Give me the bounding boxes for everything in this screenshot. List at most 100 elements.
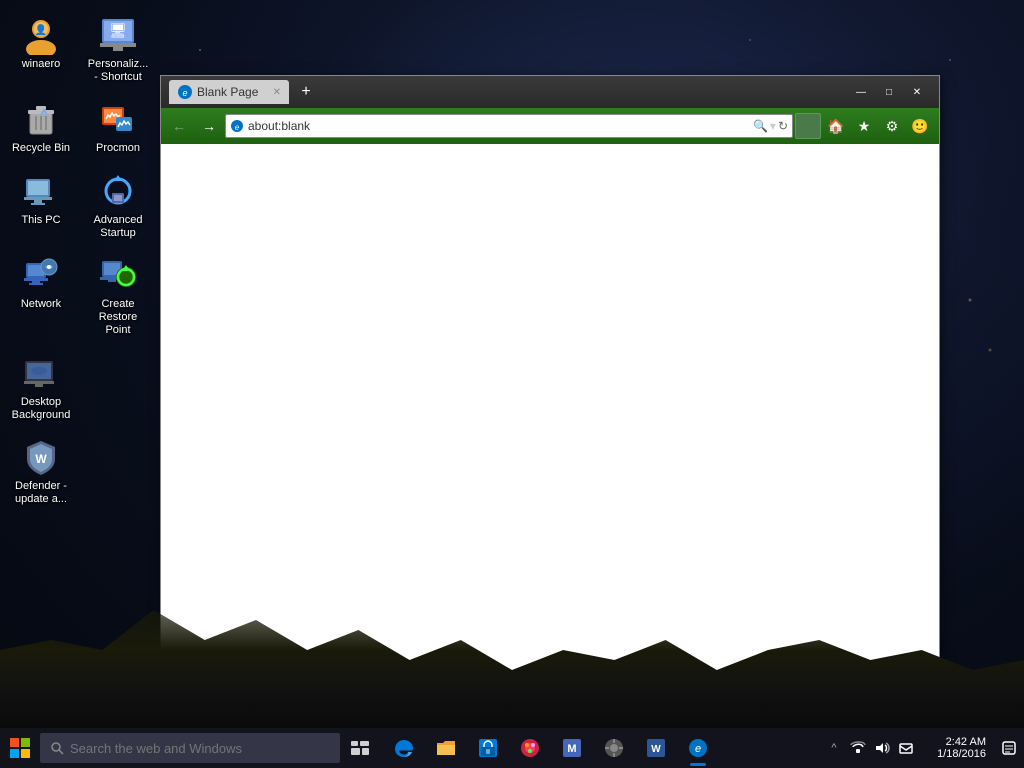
desktop-icon-this-pc[interactable]: This PC <box>5 166 77 245</box>
create-restore-icon <box>98 255 138 295</box>
icon-row-2: Recycle Bin Procmon <box>5 94 154 160</box>
ie-address-bar[interactable]: e 🔍 ▾ ↻ <box>225 114 793 138</box>
address-input[interactable] <box>248 119 749 133</box>
store-icon <box>477 737 499 759</box>
notification-center-btn[interactable] <box>994 728 1024 768</box>
svg-text:e: e <box>695 743 701 755</box>
ie-new-tab-color-btn[interactable] <box>795 113 821 139</box>
defender-icon: W <box>21 437 61 477</box>
taskbar-app-explorer[interactable] <box>426 728 466 768</box>
desktop-icon-winaero[interactable]: 👤 winaero <box>5 10 77 89</box>
close-btn[interactable]: ✕ <box>903 82 931 102</box>
taskbar-app-edge[interactable] <box>384 728 424 768</box>
favorites-btn[interactable]: ★ <box>851 113 877 139</box>
search-addr-btn[interactable]: 🔍 <box>753 119 768 133</box>
icon-row-5: Desktop Background <box>5 348 77 427</box>
search-input[interactable] <box>70 741 330 756</box>
home-btn[interactable]: 🏠 <box>823 113 849 139</box>
tray-network-icon[interactable] <box>848 738 868 758</box>
taskbar-clock[interactable]: 2:42 AM 1/18/2016 <box>924 736 994 760</box>
svg-text:🖥: 🖥 <box>109 22 127 38</box>
taskbar: M W <box>0 728 1024 768</box>
svg-text:M: M <box>567 743 576 755</box>
taskbar-app-settings[interactable] <box>594 728 634 768</box>
recycle-bin-label: Recycle Bin <box>12 142 70 155</box>
desktop: 👤 winaero 🖥 Personaliz... - Shortcut <box>0 0 1024 768</box>
taskbar-app-word[interactable]: W <box>636 728 676 768</box>
create-restore-label: Create Restore Point <box>87 298 149 338</box>
tray-notification-icon[interactable] <box>896 738 916 758</box>
desktop-icon-desktop-bg[interactable]: Desktop Background <box>5 348 77 427</box>
svg-text:W: W <box>35 452 47 466</box>
task-view-btn[interactable] <box>340 728 380 768</box>
start-button[interactable] <box>0 728 40 768</box>
explorer-icon <box>435 737 457 759</box>
ie-titlebar: e Blank Page ✕ + — □ ✕ <box>161 76 939 108</box>
settings-taskbar-icon <box>603 737 625 759</box>
svg-text:W: W <box>651 744 661 755</box>
edge-icon <box>393 737 415 759</box>
desktop-icons-container: 👤 winaero 🖥 Personaliz... - Shortcut <box>0 0 155 720</box>
network-tray-icon <box>850 741 866 755</box>
icon-row-1: 👤 winaero 🖥 Personaliz... - Shortcut <box>5 10 154 89</box>
smiley-btn[interactable]: 🙂 <box>907 113 933 139</box>
this-pc-icon <box>21 171 61 211</box>
network-label: Network <box>21 298 61 311</box>
desktop-icon-advanced-startup[interactable]: Advanced Startup <box>82 166 154 245</box>
procmon-icon <box>98 99 138 139</box>
svg-text:e: e <box>182 88 187 98</box>
tray-chevron-btn[interactable]: ^ <box>824 738 844 758</box>
back-btn[interactable]: ← <box>165 112 193 140</box>
personaliza-icon: 🖥 <box>98 15 138 55</box>
search-icon <box>50 741 64 755</box>
notification-icon <box>898 741 914 755</box>
window-controls: — □ ✕ <box>847 82 931 102</box>
ie-tab-close-btn[interactable]: ✕ <box>273 87 281 98</box>
address-actions: 🔍 ▾ ↻ <box>753 119 788 133</box>
recycle-bin-icon <box>21 99 61 139</box>
procmon-label: Procmon <box>96 142 140 155</box>
desktop-icon-network[interactable]: Network <box>5 250 77 343</box>
desktop-bg-label: Desktop Background <box>10 396 72 422</box>
taskbar-app-5[interactable]: M <box>552 728 592 768</box>
maximize-btn[interactable]: □ <box>875 82 903 102</box>
defender-label: Defender - update a... <box>10 480 72 506</box>
desktop-icon-recycle-bin[interactable]: Recycle Bin <box>5 94 77 160</box>
desktop-icon-personaliza[interactable]: 🖥 Personaliz... - Shortcut <box>82 10 154 89</box>
taskbar-search-box[interactable] <box>40 733 340 763</box>
personaliza-label: Personaliz... - Shortcut <box>87 58 149 84</box>
forward-btn[interactable]: → <box>195 112 223 140</box>
taskbar-app-paint[interactable] <box>510 728 550 768</box>
ie-new-tab-btn[interactable]: + <box>293 81 319 103</box>
svg-text:e: e <box>235 123 240 132</box>
winaero-label: winaero <box>22 58 61 71</box>
network-icon <box>21 255 61 295</box>
ie-tab-label: Blank Page <box>197 85 258 99</box>
task-view-icon <box>351 741 369 755</box>
icon-row-6: W Defender - update a... <box>5 432 77 511</box>
ie-taskbar-icon: e <box>687 737 709 759</box>
paint-icon <box>519 737 541 759</box>
word-icon: W <box>645 737 667 759</box>
icon-row-3: This PC Advanced Star <box>5 166 154 245</box>
advanced-startup-label: Advanced Startup <box>87 214 149 240</box>
winaero-icon: 👤 <box>21 15 61 55</box>
desktop-icon-procmon[interactable]: Procmon <box>82 94 154 160</box>
ie-browser-window: e Blank Page ✕ + — □ ✕ ← → e <box>160 75 940 675</box>
taskbar-app-ie[interactable]: e <box>678 728 718 768</box>
desktop-icon-defender[interactable]: W Defender - update a... <box>5 432 77 511</box>
ie-tab-active[interactable]: e Blank Page ✕ <box>169 80 289 104</box>
taskbar-app-store[interactable] <box>468 728 508 768</box>
desktop-bg-icon <box>21 353 61 393</box>
addr-separator: ▾ <box>770 119 776 133</box>
tray-volume-icon[interactable] <box>872 738 892 758</box>
refresh-btn[interactable]: ↻ <box>778 119 788 133</box>
icon-row-4: Network <box>5 250 154 343</box>
action-center-icon <box>1001 740 1017 756</box>
desktop-icon-create-restore[interactable]: Create Restore Point <box>82 250 154 343</box>
clock-date: 1/18/2016 <box>937 748 986 760</box>
ie-tab-icon: e <box>177 84 193 100</box>
minimize-btn[interactable]: — <box>847 82 875 102</box>
settings-btn[interactable]: ⚙ <box>879 113 905 139</box>
ie-address-icon: e <box>230 119 244 133</box>
